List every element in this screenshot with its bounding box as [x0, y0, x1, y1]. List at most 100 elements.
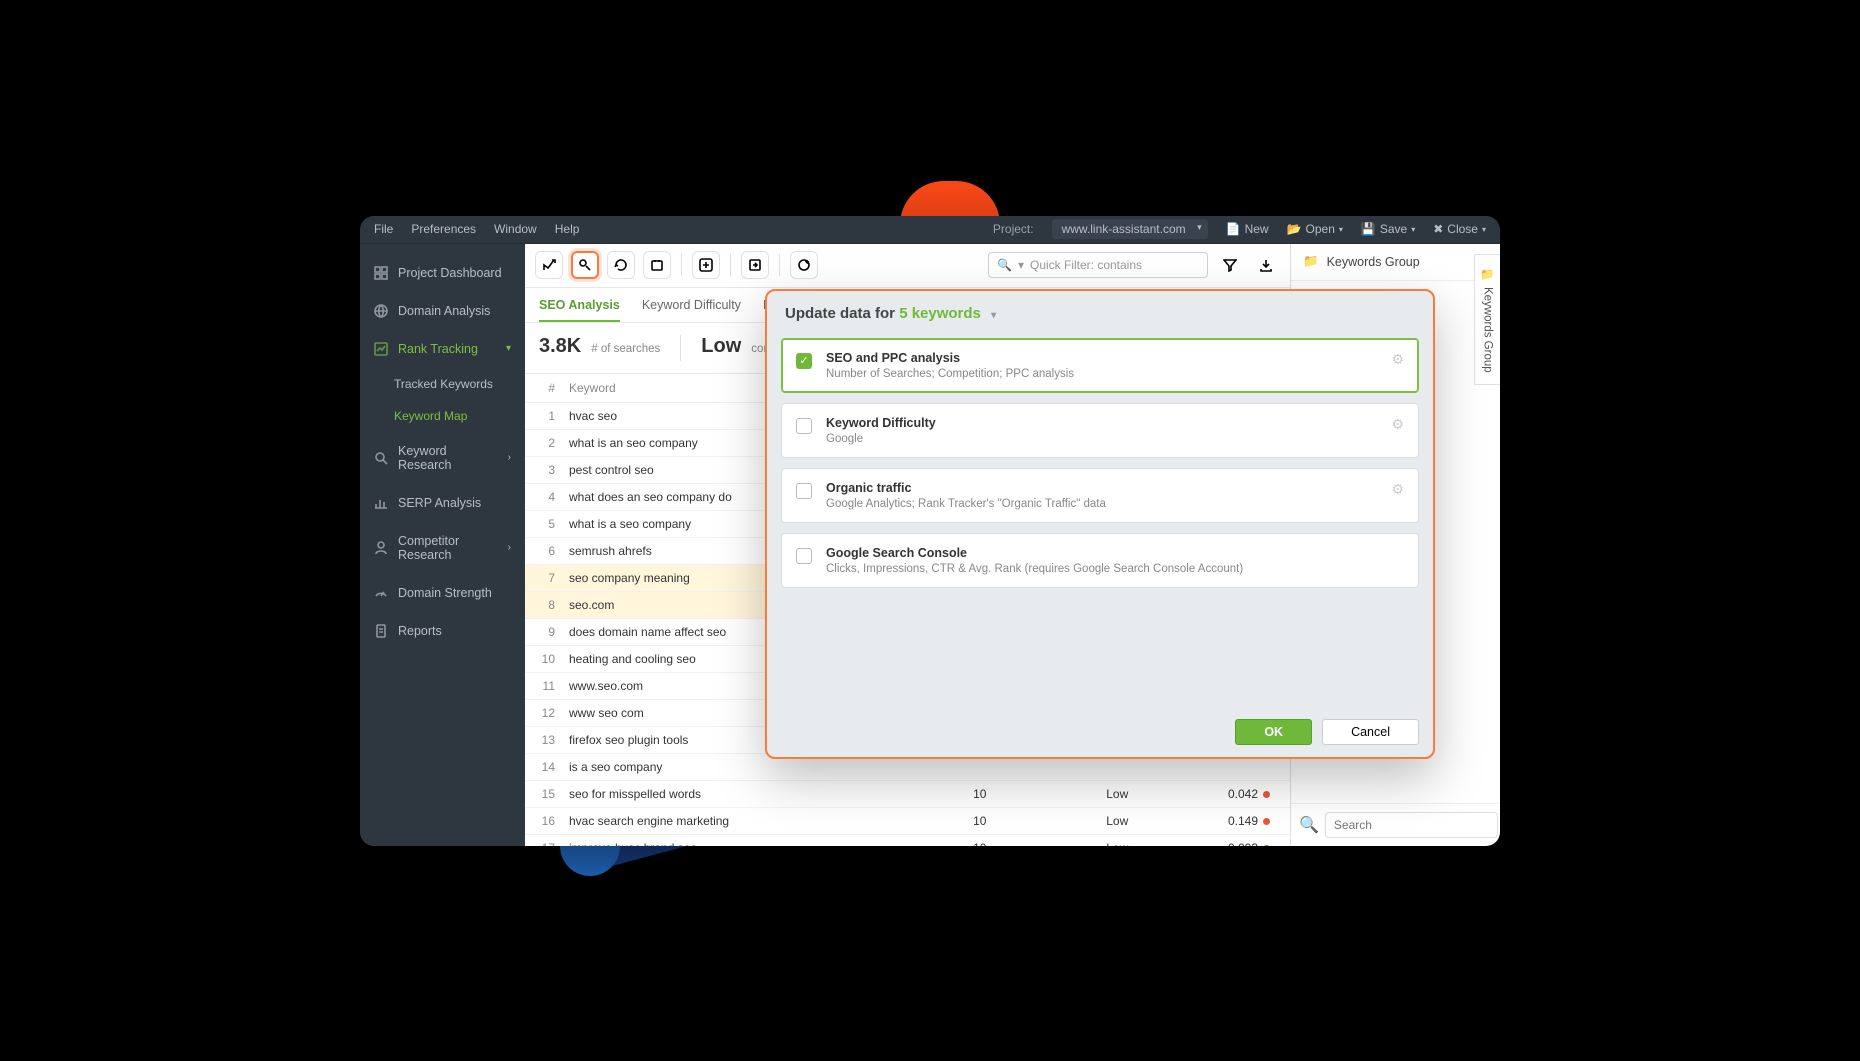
cell-keyword: hvac search engine marketing [569, 814, 882, 828]
app-window: File Preferences Window Help Project: ww… [360, 216, 1500, 846]
cell-searches: 10 [882, 814, 1006, 828]
cell-value [1148, 760, 1276, 774]
search-icon: 🔍 [1299, 815, 1319, 835]
ok-button[interactable]: OK [1235, 719, 1312, 745]
folder-icon: 📁 [1303, 254, 1319, 269]
table-row[interactable]: 17improve hvac brand seo10Low0.003 [525, 835, 1290, 846]
stat-searches-label: # of searches [591, 343, 660, 355]
stat-searches-value: 3.8K [539, 335, 581, 358]
tab-seo-analysis[interactable]: SEO Analysis [539, 288, 620, 322]
checkbox[interactable] [796, 418, 812, 434]
sidebar-item-reports[interactable]: Reports [360, 612, 525, 650]
sidebar-item-label: Keyword Research [398, 444, 498, 472]
toolbar-btn-3[interactable] [607, 251, 635, 279]
modal-option[interactable]: Keyword DifficultyGoogle⚙ [781, 403, 1419, 458]
toolbar-btn-1[interactable] [535, 251, 563, 279]
toolbar-btn-export[interactable] [741, 251, 769, 279]
modal-option[interactable]: Organic trafficGoogle Analytics; Rank Tr… [781, 468, 1419, 523]
cell-keyword: seo for misspelled words [569, 787, 882, 801]
right-panel-title: Keywords Group [1327, 255, 1420, 269]
cell-num: 11 [539, 679, 569, 693]
toolbar-btn-update[interactable] [571, 251, 599, 279]
group-search-input[interactable] [1325, 812, 1498, 838]
download-icon[interactable] [1252, 251, 1280, 279]
open-button[interactable]: 📂Open▾ [1287, 222, 1343, 236]
globe-icon [374, 304, 388, 318]
menu-file[interactable]: File [374, 222, 393, 236]
th-num[interactable]: # [539, 381, 569, 395]
project-dropdown[interactable]: www.link-assistant.com [1052, 219, 1208, 239]
cell-num: 13 [539, 733, 569, 747]
cell-num: 17 [539, 841, 569, 846]
chart-icon [374, 342, 388, 356]
sidebar-item-label: Tracked Keywords [394, 377, 493, 391]
filter-icon[interactable] [1216, 251, 1244, 279]
gear-icon[interactable]: ⚙ [1391, 351, 1404, 368]
modal-keyword-count[interactable]: 5 keywords [899, 305, 981, 322]
sidebar-item-competitor-research[interactable]: Competitor Research› [360, 522, 525, 574]
cell-competition: Low [1006, 787, 1148, 801]
cell-num: 16 [539, 814, 569, 828]
filter-placeholder: Quick Filter: contains [1030, 258, 1142, 272]
toolbar-btn-share[interactable] [790, 251, 818, 279]
save-icon: 💾 [1361, 222, 1376, 236]
folder-icon: 📁 [1480, 267, 1494, 281]
sidebar-item-project-dashboard[interactable]: Project Dashboard [360, 254, 525, 292]
sidebar-item-tracked-keywords[interactable]: Tracked Keywords [360, 368, 525, 400]
sidebar-item-label: Competitor Research [398, 534, 498, 562]
cell-searches [882, 760, 1006, 774]
checkbox[interactable]: ✓ [796, 353, 812, 369]
sidebar-item-label: Rank Tracking [398, 342, 478, 356]
checkbox[interactable] [796, 483, 812, 499]
toolbar: 🔍▾ Quick Filter: contains [525, 244, 1290, 288]
cell-num: 4 [539, 490, 569, 504]
menu-window[interactable]: Window [494, 222, 537, 236]
new-button[interactable]: 📄New [1226, 222, 1269, 236]
sidebar-item-keyword-map[interactable]: Keyword Map [360, 400, 525, 432]
sidebar-item-label: SERP Analysis [398, 496, 481, 510]
option-title: Google Search Console [826, 546, 1404, 560]
modal-option[interactable]: Google Search Console Clicks, Impressions… [781, 533, 1419, 588]
cell-num: 3 [539, 463, 569, 477]
option-title: SEO and PPC analysis [826, 351, 1377, 365]
person-icon [374, 541, 388, 555]
modal-title: Update data for [785, 305, 895, 322]
option-desc: Google [826, 433, 1377, 445]
sidebar-item-domain-strength[interactable]: Domain Strength [360, 574, 525, 612]
menu-preferences[interactable]: Preferences [411, 222, 476, 236]
toolbar-btn-4[interactable] [643, 251, 671, 279]
menu-help[interactable]: Help [555, 222, 580, 236]
bars-icon [374, 496, 388, 510]
sidebar-item-rank-tracking[interactable]: Rank Tracking ▾ [360, 330, 525, 368]
cell-num: 6 [539, 544, 569, 558]
checkbox[interactable] [796, 548, 812, 564]
sidebar-item-keyword-research[interactable]: Keyword Research› [360, 432, 525, 484]
table-row[interactable]: 16hvac search engine marketing10Low0.149 [525, 808, 1290, 835]
cell-num: 7 [539, 571, 569, 585]
gear-icon[interactable]: ⚙ [1391, 481, 1404, 498]
vertical-tab-keywords-group[interactable]: 📁 Keywords Group [1474, 254, 1500, 386]
cancel-button[interactable]: Cancel [1322, 719, 1419, 745]
cell-num: 8 [539, 598, 569, 612]
modal-option[interactable]: ✓SEO and PPC analysisNumber of Searches;… [781, 338, 1419, 393]
project-label: Project: [993, 222, 1034, 236]
sidebar-item-domain-analysis[interactable]: Domain Analysis [360, 292, 525, 330]
chevron-down-icon: ▾ [506, 343, 511, 354]
toolbar-btn-add[interactable] [692, 251, 720, 279]
close-button[interactable]: ✖Close▾ [1433, 222, 1486, 236]
status-dot-icon [1263, 845, 1270, 846]
option-desc: Clicks, Impressions, CTR & Avg. Rank (re… [826, 563, 1404, 575]
quick-filter-input[interactable]: 🔍▾ Quick Filter: contains [988, 252, 1208, 278]
sidebar-item-label: Project Dashboard [398, 266, 502, 280]
cell-num: 5 [539, 517, 569, 531]
tab-keyword-difficulty[interactable]: Keyword Difficulty [642, 288, 741, 322]
cell-num: 12 [539, 706, 569, 720]
doc-icon [374, 624, 388, 638]
save-button[interactable]: 💾Save▾ [1361, 222, 1415, 236]
cell-keyword: is a seo company [569, 760, 882, 774]
sidebar-item-serp-analysis[interactable]: SERP Analysis [360, 484, 525, 522]
status-dot-icon [1263, 818, 1270, 825]
table-row[interactable]: 15seo for misspelled words10Low0.042 [525, 781, 1290, 808]
gear-icon[interactable]: ⚙ [1391, 416, 1404, 433]
cell-competition: Low [1006, 814, 1148, 828]
